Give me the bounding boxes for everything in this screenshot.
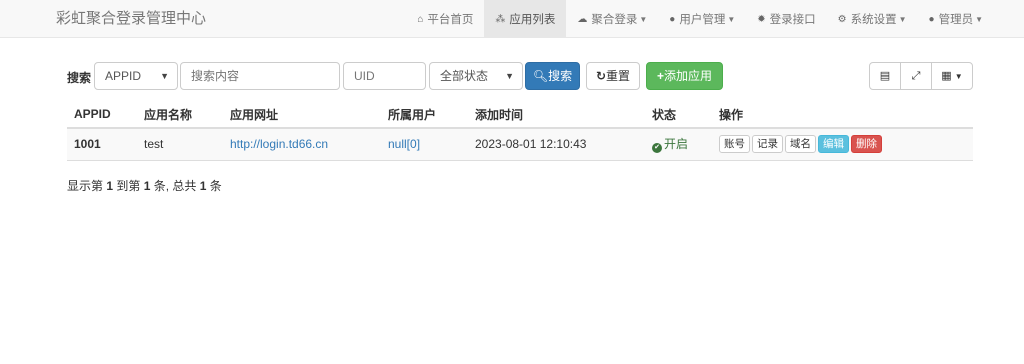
- delete-button[interactable]: 删除: [851, 135, 882, 154]
- toggle-view-button[interactable]: ▤: [869, 62, 901, 90]
- cell-status: ✔ 开启: [645, 128, 712, 161]
- cell-url: http://login.td66.cn: [223, 128, 381, 161]
- table-header-row: APPID 应用名称 应用网址 所属用户 添加时间 状态 操作: [67, 101, 973, 129]
- col-actions: 操作: [712, 101, 973, 129]
- refresh-icon: ↻: [595, 69, 607, 83]
- reset-button-label: 重置: [606, 69, 631, 83]
- top-navbar: 彩虹聚合登录管理中心 ⌂ 平台首页 ⁂ 应用列表 ☁ 聚合登录 ▼ ● 用户管理…: [0, 0, 1024, 38]
- chevron-down-icon: ▼: [160, 71, 169, 81]
- search-button-label: 搜索: [548, 69, 573, 83]
- cell-time: 2023-08-01 12:10:43: [468, 128, 645, 161]
- summary-prefix: 显示第: [67, 179, 107, 193]
- admin-icon: ●: [928, 13, 935, 25]
- settings-icon: ⚙: [837, 13, 847, 25]
- columns-button[interactable]: ▦ ▼: [931, 62, 973, 90]
- search-toolbar: 搜索 APPID ▼ 全部状态 ▼ 🔍︎搜索 ↻重置 +添加应用 ▤ ⤢ ▦ ▼: [67, 62, 973, 90]
- app-table: APPID 应用名称 应用网址 所属用户 添加时间 状态 操作 1001 tes…: [67, 101, 973, 161]
- search-icon: 🔍︎: [532, 69, 549, 83]
- edit-button[interactable]: 编辑: [818, 135, 849, 154]
- home-icon: ⌂: [417, 13, 424, 25]
- col-url[interactable]: 应用网址: [223, 101, 381, 129]
- nav-home-label: 平台首页: [427, 14, 474, 26]
- cell-actions: 账号 记录 域名 编辑 删除: [712, 128, 973, 161]
- summary-mid2: 条, 总共: [150, 179, 200, 193]
- fullscreen-icon: ⤢: [911, 70, 921, 82]
- table-tools: ▤ ⤢ ▦ ▼: [869, 62, 973, 90]
- plus-icon: +: [656, 69, 664, 83]
- col-name[interactable]: 应用名称: [137, 101, 223, 129]
- list-icon: ▤: [879, 70, 891, 82]
- status-badge[interactable]: ✔ 开启: [652, 137, 689, 154]
- summary-suffix: 条: [206, 179, 222, 193]
- reset-button[interactable]: ↻重置: [586, 62, 640, 90]
- cubes-icon: ⁂: [495, 13, 506, 25]
- nav-aggregate-login-label: 聚合登录: [591, 14, 638, 26]
- status-text: 开启: [664, 137, 689, 152]
- caret-down-icon: ▼: [727, 14, 736, 24]
- caret-down-icon: ▼: [898, 14, 907, 24]
- nav-aggregate-login[interactable]: ☁ 聚合登录 ▼: [566, 0, 658, 38]
- add-app-button[interactable]: +添加应用: [646, 62, 723, 90]
- cloud-icon: ☁: [577, 13, 588, 25]
- caret-down-icon: ▼: [639, 14, 648, 24]
- cell-user: null[0]: [381, 128, 468, 161]
- search-input[interactable]: [180, 62, 340, 90]
- nav-home[interactable]: ⌂ 平台首页: [406, 0, 484, 38]
- user-link[interactable]: null[0]: [388, 137, 420, 151]
- summary-mid1: 到第: [113, 179, 144, 193]
- nav-admin[interactable]: ● 管理员 ▼: [918, 0, 994, 38]
- uid-input[interactable]: [343, 62, 426, 90]
- chevron-down-icon: ▼: [505, 71, 514, 81]
- records-button[interactable]: 记录: [752, 135, 783, 154]
- status-select[interactable]: 全部状态 ▼: [429, 62, 523, 90]
- user-icon: ●: [669, 13, 676, 25]
- domain-button[interactable]: 域名: [785, 135, 816, 154]
- search-field-select[interactable]: APPID ▼: [94, 62, 178, 90]
- col-appid[interactable]: APPID: [67, 101, 137, 129]
- brand-title[interactable]: 彩虹聚合登录管理中心: [56, 0, 206, 38]
- col-status[interactable]: 状态: [645, 101, 712, 129]
- nav-login-interface-label: 登录接口: [769, 14, 816, 26]
- check-circle-icon: ✔: [652, 143, 662, 154]
- fullscreen-button[interactable]: ⤢: [900, 62, 932, 90]
- caret-down-icon: ▼: [954, 72, 963, 81]
- nav-system-settings-label: 系统设置: [850, 14, 897, 26]
- col-time[interactable]: 添加时间: [468, 101, 645, 129]
- search-button[interactable]: 🔍︎搜索: [525, 62, 580, 90]
- caret-down-icon: ▼: [975, 14, 983, 24]
- account-button[interactable]: 账号: [719, 135, 750, 154]
- pagination-summary: 显示第 1 到第 1 条, 总共 1 条: [67, 177, 222, 194]
- nav-app-list-label: 应用列表: [509, 14, 556, 26]
- status-select-value: 全部状态: [440, 69, 489, 83]
- add-app-button-label: 添加应用: [664, 69, 713, 83]
- search-label: 搜索: [67, 71, 92, 85]
- nav-system-settings[interactable]: ⚙ 系统设置 ▼: [827, 0, 918, 38]
- nav-login-interface[interactable]: ✹ 登录接口: [746, 0, 826, 38]
- nav-user-management[interactable]: ● 用户管理 ▼: [658, 0, 746, 38]
- cell-appid: 1001: [67, 128, 137, 161]
- nav-user-management-label: 用户管理: [679, 14, 726, 26]
- grid-icon: ▦: [941, 70, 952, 82]
- cell-name: test: [137, 128, 223, 161]
- nav-app-list[interactable]: ⁂ 应用列表: [484, 0, 567, 38]
- col-user[interactable]: 所属用户: [381, 101, 468, 129]
- nav-admin-label: 管理员: [938, 14, 974, 26]
- cog-icon: ✹: [757, 13, 766, 25]
- table-row: 1001 test http://login.td66.cn null[0] 2…: [67, 128, 973, 161]
- search-field-value: APPID: [105, 69, 142, 83]
- main-nav: ⌂ 平台首页 ⁂ 应用列表 ☁ 聚合登录 ▼ ● 用户管理 ▼ ✹ 登录接口 ⚙…: [406, 0, 994, 38]
- app-url-link[interactable]: http://login.td66.cn: [230, 137, 328, 151]
